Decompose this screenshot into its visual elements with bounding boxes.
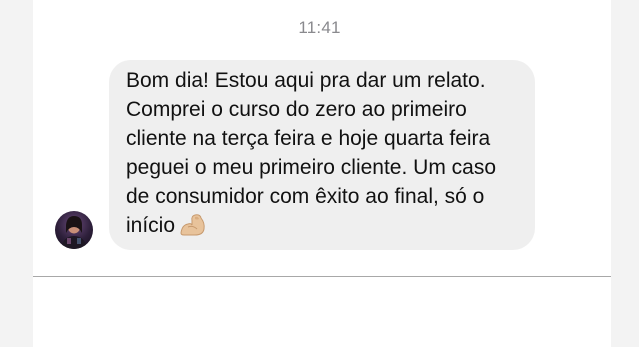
message-line: cliente na terça feira e hoje quarta fei… — [126, 127, 491, 150]
screen-edge-left — [0, 0, 33, 347]
message-line: Comprei o curso do zero ao primeiro — [126, 98, 467, 121]
composer-area — [33, 277, 611, 347]
message-line: Bom dia! Estou aqui pra dar um relato. — [126, 69, 486, 92]
message-timestamp: 11:41 — [298, 18, 341, 37]
sender-avatar[interactable] — [55, 211, 93, 249]
message-bubble[interactable]: Bom dia! Estou aqui pra dar um relato. C… — [109, 60, 535, 250]
flexed-biceps-icon — [179, 213, 207, 245]
screen-edge-right — [611, 0, 639, 347]
avatar-photo — [61, 216, 87, 249]
message-line: início — [126, 214, 176, 237]
message-last-line: início — [126, 211, 519, 245]
message-line: de consumidor com êxito ao final, só o — [126, 185, 485, 208]
message-line: peguei o meu primeiro cliente. Um caso — [126, 156, 497, 179]
chat-screen: 11:41 Bom dia! Estou aqui pra dar um rel… — [0, 0, 639, 347]
